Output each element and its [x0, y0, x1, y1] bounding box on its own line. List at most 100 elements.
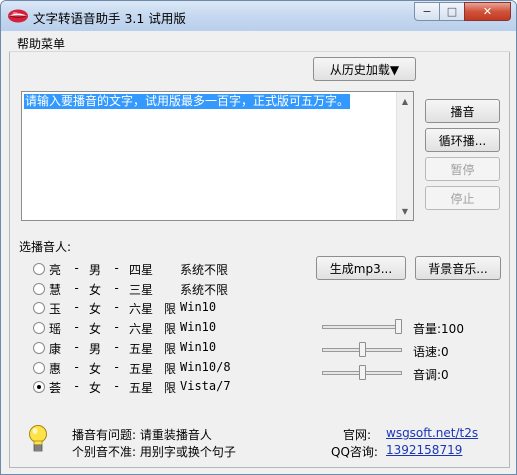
speaker-option[interactable]: 亮 - 男 - 四星 系统不限 — [33, 260, 263, 278]
speaker-separator: - — [113, 320, 121, 335]
speaker-name: 瑶 — [49, 322, 62, 337]
maximize-button[interactable]: □ — [439, 2, 465, 21]
speaker-radio[interactable] — [33, 341, 45, 354]
speaker-gender: 女 — [89, 282, 102, 297]
speed-thumb[interactable] — [359, 342, 366, 357]
volume-label: 音量:100 — [413, 322, 464, 336]
speaker-gender: 男 — [89, 341, 102, 356]
speaker-system: Win10 — [180, 300, 217, 315]
maximize-icon: □ — [446, 5, 458, 18]
speaker-stars: 五星 — [129, 341, 154, 356]
speaker-option[interactable]: 玉 - 女 - 六星限 Win10 — [33, 299, 263, 317]
scroll-down-icon[interactable]: ▼ — [397, 203, 413, 219]
volume-thumb[interactable] — [395, 319, 402, 334]
menu-help[interactable]: 帮助菜单 — [17, 35, 65, 52]
speaker-separator: - — [113, 379, 121, 394]
input-text: 请输入要播音的文字，试用版最多一百字，正式版可五万字。 — [24, 94, 351, 109]
speaker-system: 系统不限 — [180, 263, 229, 277]
speaker-option[interactable]: 康 - 男 - 五星限 Win10 — [33, 339, 263, 357]
speaker-limit: 限 — [164, 302, 177, 317]
speaker-stars: 四星 — [129, 263, 154, 277]
stop-button[interactable]: 停止 — [425, 186, 500, 210]
speaker-name: 惠 — [49, 361, 62, 376]
speaker-system: 系统不限 — [180, 282, 229, 297]
qq-label: QQ咨询: — [331, 445, 378, 459]
speaker-name: 康 — [49, 341, 62, 356]
title-bar[interactable]: 文字转语音助手 3.1 试用版 − □ ✕ — [1, 1, 516, 31]
speaker-gender: 女 — [89, 361, 102, 376]
scroll-up-icon[interactable]: ▲ — [397, 93, 413, 109]
generate-mp3-button[interactable]: 生成mp3... — [316, 256, 406, 280]
close-icon: ✕ — [482, 5, 493, 18]
speaker-option[interactable]: 慧 - 女 - 三星 系统不限 — [33, 280, 263, 298]
speaker-separator: - — [73, 339, 81, 354]
text-input[interactable]: 请输入要播音的文字，试用版最多一百字，正式版可五万字。 ▲ ▼ — [21, 91, 414, 221]
speaker-limit: 限 — [164, 341, 177, 356]
loop-play-button[interactable]: 循环播... — [425, 128, 500, 152]
minimize-button[interactable]: − — [414, 2, 440, 21]
window-title: 文字转语音助手 3.1 试用版 — [33, 11, 186, 26]
speaker-option[interactable]: 荟 - 女 - 五星限 Vista/7 — [33, 378, 263, 396]
speaker-stars: 五星 — [129, 361, 154, 376]
volume-track — [322, 325, 402, 329]
speaker-separator: - — [73, 320, 81, 335]
speaker-system: Win10 — [180, 339, 217, 354]
speaker-gender: 女 — [89, 381, 102, 396]
minimize-icon: − — [422, 5, 432, 18]
speaker-separator: - — [73, 300, 81, 315]
speaker-limit: 限 — [164, 361, 177, 376]
speaker-separator: - — [113, 261, 121, 275]
volume-slider[interactable] — [322, 318, 402, 336]
speed-slider[interactable] — [322, 341, 402, 359]
speaker-radio[interactable] — [33, 263, 45, 275]
app-window: 文字转语音助手 3.1 试用版 − □ ✕ 帮助菜单 从历史加载▼ 请输入要播音… — [0, 0, 517, 475]
speed-label: 语速:0 — [413, 345, 449, 359]
speaker-section-title: 选播音人: — [19, 240, 72, 254]
speaker-stars: 六星 — [129, 302, 154, 317]
menu-bar: 帮助菜单 — [9, 32, 510, 52]
speaker-separator: - — [73, 379, 81, 394]
speaker-gender: 男 — [89, 263, 102, 277]
close-button[interactable]: ✕ — [464, 2, 511, 21]
speaker-system: Vista/7 — [180, 379, 231, 394]
tip-line-1: 播音有问题: 请重装播音人 — [72, 428, 212, 442]
lips-icon — [8, 9, 28, 23]
speaker-name: 荟 — [49, 381, 62, 396]
qq-link[interactable]: 1392158719 — [386, 443, 462, 457]
speaker-gender: 女 — [89, 302, 102, 317]
speaker-system: Win10 — [180, 320, 217, 335]
pitch-thumb[interactable] — [359, 365, 366, 380]
speaker-name: 玉 — [49, 302, 62, 317]
pitch-label: 音调:0 — [413, 368, 449, 382]
speaker-name: 亮 — [49, 263, 62, 277]
speaker-radio[interactable] — [33, 381, 45, 394]
speaker-separator: - — [113, 339, 121, 354]
speaker-separator: - — [73, 280, 81, 295]
website-link[interactable]: wsgsoft.net/t2s — [386, 426, 478, 440]
speaker-system: Win10/8 — [180, 359, 231, 374]
speaker-separator: - — [73, 261, 81, 275]
speaker-separator: - — [113, 359, 121, 374]
pause-button[interactable]: 暂停 — [425, 157, 500, 181]
speaker-separator: - — [113, 300, 121, 315]
speaker-limit: 限 — [164, 381, 177, 396]
speaker-gender: 女 — [89, 322, 102, 337]
play-button[interactable]: 播音 — [425, 99, 500, 123]
speaker-option[interactable]: 惠 - 女 - 五星限 Win10/8 — [33, 359, 263, 377]
speaker-stars: 六星 — [129, 322, 154, 337]
speaker-radio[interactable] — [33, 322, 45, 335]
speaker-radio[interactable] — [33, 282, 45, 295]
lightbulb-icon — [29, 425, 47, 452]
tip-line-2: 个别音不准: 用别字或换个句子 — [72, 445, 236, 459]
speaker-limit: 限 — [164, 322, 177, 337]
website-label: 官网: — [343, 428, 372, 442]
client-area: 从历史加载▼ 请输入要播音的文字，试用版最多一百字，正式版可五万字。 ▲ ▼ 播… — [9, 52, 510, 468]
load-history-button[interactable]: 从历史加载▼ — [313, 57, 416, 81]
speaker-option[interactable]: 瑶 - 女 - 六星限 Win10 — [33, 319, 263, 337]
speaker-name: 慧 — [49, 282, 62, 297]
speaker-radio[interactable] — [33, 302, 45, 315]
background-music-button[interactable]: 背景音乐... — [415, 256, 501, 280]
vertical-scrollbar[interactable]: ▲ ▼ — [396, 92, 413, 220]
pitch-slider[interactable] — [322, 364, 402, 382]
speaker-radio[interactable] — [33, 361, 45, 374]
